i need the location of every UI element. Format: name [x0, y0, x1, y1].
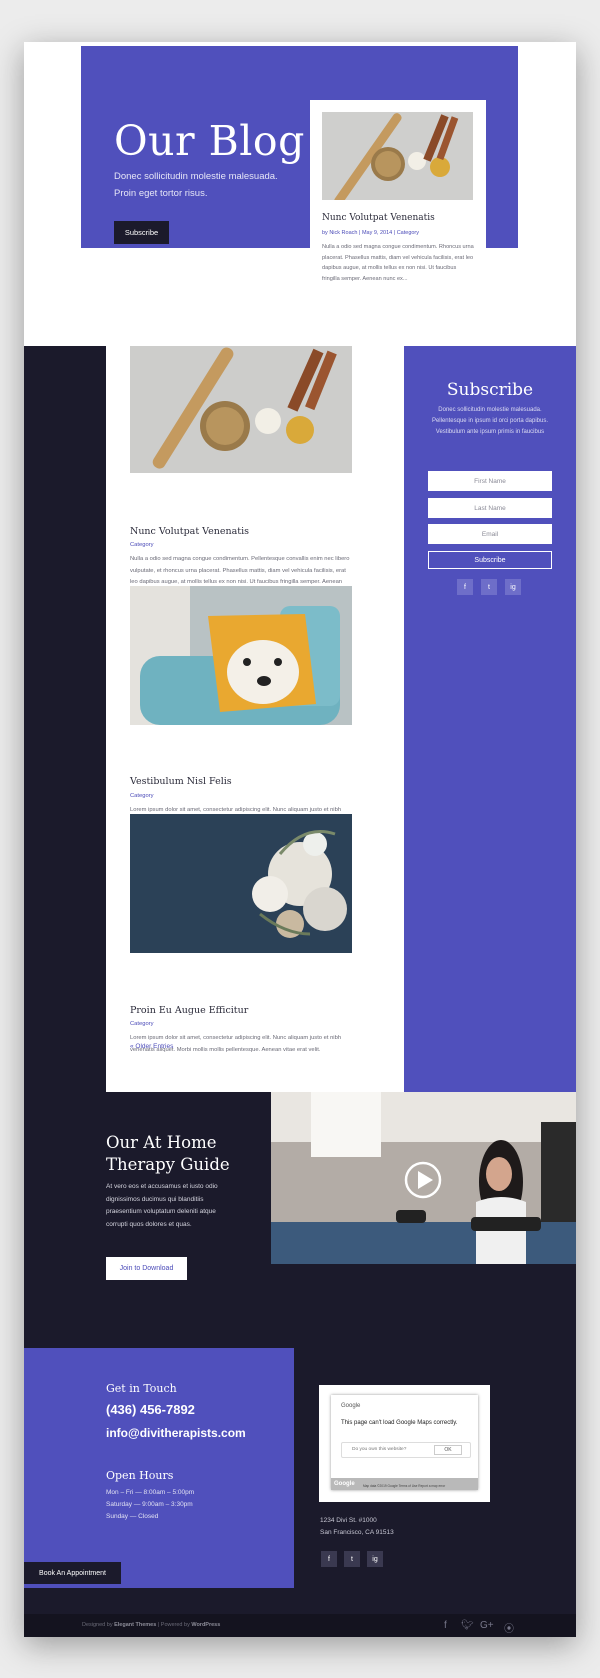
elegant-themes-link[interactable]: Elegant Themes	[114, 1622, 156, 1628]
email-field[interactable]: Email	[428, 524, 552, 544]
instagram-icon[interactable]: ig	[367, 1551, 383, 1567]
post-image[interactable]	[130, 814, 352, 953]
google-plus-icon[interactable]: G+	[480, 1620, 494, 1631]
credit-designed: Designed by	[82, 1622, 115, 1628]
credit-powered: | Powered by	[156, 1622, 192, 1628]
post-category[interactable]: Category	[130, 793, 154, 799]
subscribe-title: Subscribe	[446, 380, 534, 400]
footer-credit: Designed by Elegant Themes | Powered by …	[82, 1622, 220, 1628]
post-image[interactable]	[130, 586, 352, 725]
hero-subscribe-button[interactable]: Subscribe	[114, 221, 169, 244]
hero-subtitle: Donec sollicitudin molestie malesuada. P…	[114, 171, 278, 199]
google-footer-logo: Google	[334, 1481, 355, 1487]
book-appointment-button[interactable]: Book An Appointment	[24, 1562, 121, 1584]
last-name-field[interactable]: Last Name	[428, 498, 552, 518]
address-line: 1234 Divi St. #1000	[320, 1517, 377, 1524]
twitter-icon[interactable]: t	[481, 579, 497, 595]
facebook-icon[interactable]: f	[457, 579, 473, 595]
guide-text: At vero eos et accusamus et iusto odio d…	[106, 1183, 218, 1228]
older-entries-link[interactable]: « Older Entries	[130, 1043, 173, 1050]
map-error-text: This page can't load Google Maps correct…	[341, 1420, 458, 1426]
facebook-icon[interactable]: f	[444, 1620, 447, 1631]
subscribe-text: Donec sollicitudin molestie malesuada. P…	[431, 407, 549, 435]
map-footer-links[interactable]: Map data ©2019 Google Terms of Use Repor…	[363, 1484, 445, 1488]
google-logo: Google	[341, 1403, 361, 1409]
wordpress-link[interactable]: WordPress	[191, 1622, 220, 1628]
guide-title: Our At Home Therapy Guide	[106, 1133, 230, 1174]
post-title[interactable]: Vestibulum Nisl Felis	[130, 776, 232, 787]
hours-heading: Open Hours	[106, 1469, 174, 1482]
map-embed[interactable]: Google This page can't load Google Maps …	[319, 1385, 490, 1502]
twitter-icon[interactable]: 🐦︎	[461, 1620, 474, 1631]
subscribe-button[interactable]: Subscribe	[428, 551, 552, 569]
post-title[interactable]: Nunc Volutpat Venenatis	[130, 526, 249, 537]
contact-phone[interactable]: (436) 456-7892	[106, 1402, 195, 1417]
featured-post-title[interactable]: Nunc Volutpat Venenatis	[322, 213, 435, 223]
post-category[interactable]: Category	[130, 542, 154, 548]
map-question: Do you own this website?	[352, 1447, 407, 1452]
map-ok-button[interactable]: OK	[434, 1445, 462, 1455]
subscribe-panel	[404, 346, 576, 1092]
featured-post-meta[interactable]: by Nick Roach | May 9, 2014 | Category	[322, 230, 419, 236]
guide-video[interactable]	[271, 1092, 576, 1264]
instagram-icon[interactable]: ig	[505, 579, 521, 595]
post-title[interactable]: Proin Eu Augue Efficitur	[130, 1005, 248, 1016]
twitter-icon[interactable]: t	[344, 1551, 360, 1567]
hours-line: Sunday — Closed	[106, 1513, 159, 1520]
map-question-box: Do you own this website? OK	[341, 1442, 471, 1458]
post-category[interactable]: Category	[130, 1021, 154, 1027]
first-name-field[interactable]: First Name	[428, 471, 552, 491]
map-error-dialog: Google This page can't load Google Maps …	[331, 1395, 478, 1490]
hours-line: Saturday — 9:00am – 3:30pm	[106, 1501, 193, 1508]
page-title: Our Blog	[114, 117, 305, 165]
featured-post-image[interactable]	[322, 112, 473, 200]
hours-line: Mon – Fri — 8:00am – 5:00pm	[106, 1489, 195, 1496]
facebook-icon[interactable]: f	[321, 1551, 337, 1567]
rss-icon[interactable]: ⦿	[504, 1620, 514, 1635]
page: Our Blog Donec sollicitudin molestie mal…	[24, 42, 576, 1637]
contact-email[interactable]: info@divitherapists.com	[106, 1426, 246, 1440]
join-to-download-button[interactable]: Join to Download	[106, 1257, 187, 1280]
post-image[interactable]	[130, 346, 352, 473]
contact-heading: Get in Touch	[106, 1382, 177, 1395]
featured-post-excerpt: Nulla a odio sed magna congue condimentu…	[322, 244, 474, 282]
address-line: San Francisco, CA 91513	[320, 1529, 394, 1536]
